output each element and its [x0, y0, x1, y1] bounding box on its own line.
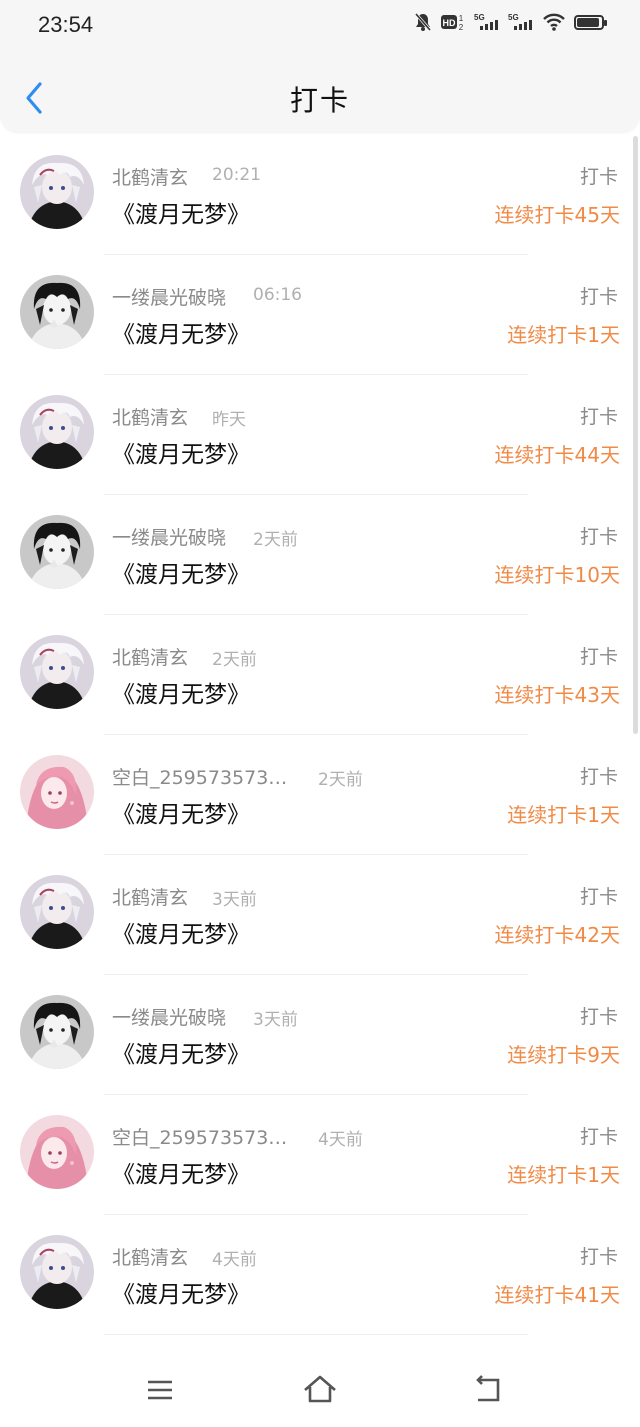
- post-time: 2天前: [253, 530, 298, 550]
- battery-icon: [574, 14, 607, 30]
- post-time: 4天前: [212, 1250, 257, 1270]
- home-button[interactable]: [300, 1370, 340, 1410]
- avatar-pink-hair-girl[interactable]: [20, 1115, 94, 1189]
- streak-count: 连续打卡1天: [507, 803, 620, 827]
- avatar-dark-hair-boy[interactable]: [20, 515, 94, 589]
- book-title[interactable]: 《渡月无梦》: [112, 675, 250, 709]
- book-title[interactable]: 《渡月无梦》: [112, 915, 250, 949]
- checkin-row[interactable]: 北鹤清玄 3天前 《渡月无梦》 打卡 连续打卡42天: [0, 855, 640, 975]
- home-icon: [304, 1375, 336, 1403]
- action-type: 打卡: [579, 766, 618, 788]
- action-type: 打卡: [579, 286, 618, 308]
- system-back-button[interactable]: [468, 1370, 508, 1410]
- svg-text:2: 2: [459, 23, 464, 32]
- hd-icon: HD 1 2: [440, 12, 466, 32]
- signal-5g-icon: 5G: [474, 12, 500, 32]
- svg-text:5G: 5G: [474, 13, 485, 22]
- avatar-white-hair-boy[interactable]: [20, 1235, 94, 1309]
- checkin-row[interactable]: 一缕晨光破晓 3天前 《渡月无梦》 打卡 连续打卡9天: [0, 975, 640, 1095]
- avatar-white-hair-boy[interactable]: [20, 395, 94, 469]
- avatar-white-hair-boy[interactable]: [20, 155, 94, 229]
- avatar-dark-hair-boy[interactable]: [20, 275, 94, 349]
- user-name[interactable]: 北鹤清玄: [112, 643, 188, 670]
- book-title[interactable]: 《渡月无梦》: [112, 315, 250, 349]
- book-title[interactable]: 《渡月无梦》: [112, 435, 250, 469]
- post-time: 06:16: [253, 285, 302, 305]
- bell-off-icon: [414, 12, 432, 32]
- post-time: 昨天: [212, 410, 246, 430]
- checkin-row[interactable]: 一缕晨光破晓 2天前 《渡月无梦》 打卡 连续打卡10天: [0, 495, 640, 615]
- checkin-row[interactable]: 北鹤清玄 20:21 《渡月无梦》 打卡 连续打卡45天: [0, 135, 640, 255]
- checkin-row[interactable]: 北鹤清玄 4天前 《渡月无梦》 打卡 连续打卡41天: [0, 1215, 640, 1335]
- user-name[interactable]: 北鹤清玄: [112, 163, 188, 190]
- svg-text:HD: HD: [443, 18, 456, 28]
- action-type: 打卡: [579, 406, 618, 428]
- user-name[interactable]: 空白_259573573…: [112, 763, 287, 790]
- svg-text:1: 1: [459, 14, 464, 23]
- page-title: 打卡: [289, 84, 350, 117]
- post-time: 3天前: [253, 1010, 298, 1030]
- svg-text:5G: 5G: [508, 13, 519, 22]
- action-type: 打卡: [579, 166, 618, 188]
- user-name[interactable]: 一缕晨光破晓: [112, 523, 226, 550]
- action-type: 打卡: [579, 1246, 618, 1268]
- user-name[interactable]: 一缕晨光破晓: [112, 1003, 226, 1030]
- streak-count: 连续打卡45天: [494, 203, 620, 227]
- status-time: 23:54: [38, 12, 94, 37]
- signal-5g-icon: 5G: [508, 12, 534, 32]
- streak-count: 连续打卡1天: [507, 323, 620, 347]
- action-type: 打卡: [579, 1006, 618, 1028]
- streak-count: 连续打卡10天: [494, 563, 620, 587]
- book-title[interactable]: 《渡月无梦》: [112, 795, 250, 829]
- back-icon: [476, 1375, 500, 1402]
- checkin-row[interactable]: 北鹤清玄 昨天 《渡月无梦》 打卡 连续打卡44天: [0, 375, 640, 495]
- menu-button[interactable]: [140, 1370, 180, 1410]
- checkin-row[interactable]: 空白_259573573… 2天前 《渡月无梦》 打卡 连续打卡1天: [0, 735, 640, 855]
- avatar-pink-hair-girl[interactable]: [20, 755, 94, 829]
- action-type: 打卡: [579, 526, 618, 548]
- checkin-row[interactable]: 北鹤清玄 2天前 《渡月无梦》 打卡 连续打卡43天: [0, 615, 640, 735]
- menu-icon: [148, 1380, 172, 1400]
- action-type: 打卡: [579, 886, 618, 908]
- status-bar: 23:54 HD 1 2 5G 5G: [0, 0, 640, 52]
- post-time: 2天前: [212, 650, 257, 670]
- divider: [104, 1334, 528, 1335]
- book-title[interactable]: 《渡月无梦》: [112, 555, 250, 589]
- system-nav-bar: [0, 1350, 640, 1427]
- checkin-list: 北鹤清玄 20:21 《渡月无梦》 打卡 连续打卡45天 一缕晨光破晓 06:1…: [0, 135, 640, 1335]
- book-title[interactable]: 《渡月无梦》: [112, 195, 250, 229]
- book-title[interactable]: 《渡月无梦》: [112, 1155, 250, 1189]
- user-name[interactable]: 北鹤清玄: [112, 403, 188, 430]
- user-name[interactable]: 北鹤清玄: [112, 883, 188, 910]
- post-time: 4天前: [318, 1130, 363, 1150]
- streak-count: 连续打卡9天: [507, 1043, 620, 1067]
- streak-count: 连续打卡42天: [494, 923, 620, 947]
- user-name[interactable]: 北鹤清玄: [112, 1243, 188, 1270]
- post-time: 20:21: [212, 165, 261, 185]
- checkin-row[interactable]: 一缕晨光破晓 06:16 《渡月无梦》 打卡 连续打卡1天: [0, 255, 640, 375]
- scrollbar[interactable]: [633, 136, 638, 734]
- streak-count: 连续打卡43天: [494, 683, 620, 707]
- header: 打卡: [0, 52, 640, 132]
- wifi-icon: [542, 12, 566, 32]
- user-name[interactable]: 一缕晨光破晓: [112, 283, 226, 310]
- post-time: 2天前: [318, 770, 363, 790]
- status-icons: HD 1 2 5G 5G: [414, 12, 607, 32]
- avatar-white-hair-boy[interactable]: [20, 635, 94, 709]
- checkin-row[interactable]: 空白_259573573… 4天前 《渡月无梦》 打卡 连续打卡1天: [0, 1095, 640, 1215]
- avatar-dark-hair-boy[interactable]: [20, 995, 94, 1069]
- avatar-white-hair-boy[interactable]: [20, 875, 94, 949]
- streak-count: 连续打卡44天: [494, 443, 620, 467]
- streak-count: 连续打卡41天: [494, 1283, 620, 1307]
- user-name[interactable]: 空白_259573573…: [112, 1123, 287, 1150]
- streak-count: 连续打卡1天: [507, 1163, 620, 1187]
- book-title[interactable]: 《渡月无梦》: [112, 1035, 250, 1069]
- post-time: 3天前: [212, 890, 257, 910]
- action-type: 打卡: [579, 646, 618, 668]
- book-title[interactable]: 《渡月无梦》: [112, 1275, 250, 1309]
- action-type: 打卡: [579, 1126, 618, 1148]
